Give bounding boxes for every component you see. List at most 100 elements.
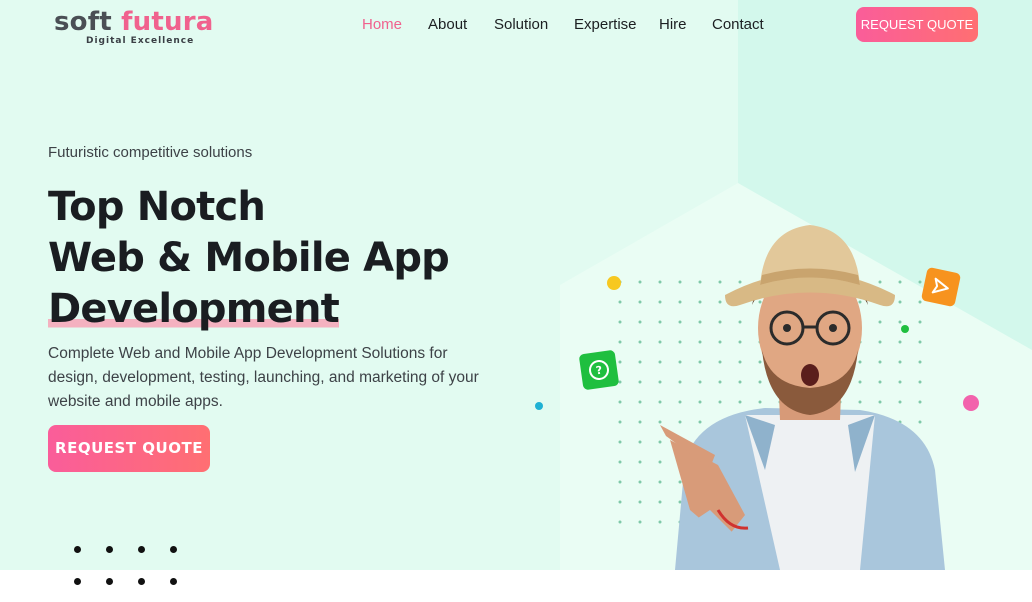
grid-dot	[618, 400, 622, 404]
nav-item-hire[interactable]: Hire	[659, 15, 687, 35]
grid-dot	[618, 500, 622, 504]
grid-dot	[638, 440, 642, 444]
brand-name-part2: futura	[121, 7, 214, 37]
headline-line-3-wrap: Development	[48, 284, 528, 335]
hero-request-quote-button[interactable]: REQUEST QUOTE	[48, 425, 210, 472]
grid-dot	[878, 320, 882, 324]
grid-dot	[918, 300, 922, 304]
grid-dot	[678, 320, 682, 324]
grid-dot	[918, 340, 922, 344]
grid-dot	[618, 320, 622, 324]
nav-item-expertise[interactable]: Expertise	[574, 15, 637, 35]
grid-dot	[618, 440, 622, 444]
grid-dot	[698, 380, 702, 384]
grid-dot	[698, 280, 702, 284]
grid-dot	[738, 340, 742, 344]
grid-dot	[878, 340, 882, 344]
brand-name-part1: soft	[54, 7, 112, 37]
grid-dot	[618, 520, 622, 524]
grid-dot	[918, 360, 922, 364]
grid-dot	[618, 340, 622, 344]
grid-dot	[738, 380, 742, 384]
grid-dot	[718, 320, 722, 324]
nav-item-contact[interactable]: Contact	[712, 15, 764, 35]
grid-dot	[658, 400, 662, 404]
person-photo	[660, 225, 945, 570]
brand-logo[interactable]: soft futura Digital Excellence	[54, 6, 213, 46]
grid-dot	[698, 320, 702, 324]
grid-dot	[678, 360, 682, 364]
grid-dot	[738, 280, 742, 284]
grid-dot	[658, 480, 662, 484]
grid-dot	[898, 340, 902, 344]
grid-dot	[618, 460, 622, 464]
grid-dot	[618, 480, 622, 484]
grid-dot	[658, 360, 662, 364]
grid-dot	[758, 380, 762, 384]
grid-dot	[898, 300, 902, 304]
grid-dot	[658, 280, 662, 284]
grid-dot	[638, 400, 642, 404]
grid-dot	[858, 380, 862, 384]
grid-dot	[638, 360, 642, 364]
headline-line-1: Top Notch	[48, 184, 266, 230]
grid-dot	[918, 420, 922, 424]
headline-line-2: Web & Mobile App	[48, 235, 450, 281]
grid-dot	[898, 360, 902, 364]
hero-description: Complete Web and Mobile App Development …	[48, 345, 479, 410]
grid-dot	[678, 400, 682, 404]
grid-dot	[678, 340, 682, 344]
grid-dot	[618, 300, 622, 304]
grid-dot	[718, 360, 722, 364]
grid-dot	[718, 280, 722, 284]
grid-dot	[698, 360, 702, 364]
grid-dot	[678, 380, 682, 384]
grid-dot	[918, 400, 922, 404]
grid-dot	[918, 380, 922, 384]
grid-dot	[738, 400, 742, 404]
hero-section: soft futura Digital Excellence Home Abou…	[0, 0, 1032, 570]
grid-dot	[658, 520, 662, 524]
grid-dot	[858, 360, 862, 364]
grid-dot	[718, 400, 722, 404]
grid-dot	[898, 400, 902, 404]
grid-dot	[618, 360, 622, 364]
grid-dot	[738, 320, 742, 324]
grid-dot	[918, 280, 922, 284]
nav-item-home[interactable]: Home	[362, 15, 402, 35]
grid-dot	[638, 520, 642, 524]
hero-illustration: ?	[535, 225, 979, 570]
header-request-quote-button[interactable]: REQUEST QUOTE	[856, 7, 978, 42]
grid-dot	[878, 400, 882, 404]
accent-dot-yellow	[607, 276, 621, 290]
grid-dot	[638, 420, 642, 424]
grid-dot	[698, 340, 702, 344]
grid-dot	[638, 480, 642, 484]
headline-line-3: Development	[48, 286, 340, 332]
send-icon	[921, 267, 961, 307]
grid-dot	[898, 380, 902, 384]
hero-headline: Top Notch Web & Mobile App Development	[48, 182, 528, 335]
grid-dot	[718, 340, 722, 344]
grid-dot	[618, 380, 622, 384]
grid-dot	[718, 300, 722, 304]
accent-dot-pink	[963, 395, 979, 411]
grid-dot	[638, 280, 642, 284]
grid-dot	[638, 340, 642, 344]
grid-dot	[758, 300, 762, 304]
grid-dot	[898, 280, 902, 284]
grid-dot	[878, 280, 882, 284]
grid-dot	[858, 400, 862, 404]
grid-dot	[638, 320, 642, 324]
grid-dot	[918, 320, 922, 324]
grid-dot	[678, 480, 682, 484]
grid-dot	[758, 360, 762, 364]
grid-dot	[658, 380, 662, 384]
grid-dot	[878, 360, 882, 364]
nav-item-solution[interactable]: Solution	[494, 15, 548, 35]
nav-item-about[interactable]: About	[428, 15, 467, 35]
question-chat-icon: ?	[579, 350, 619, 390]
grid-dot	[658, 500, 662, 504]
grid-dot	[678, 280, 682, 284]
grid-dot	[678, 300, 682, 304]
